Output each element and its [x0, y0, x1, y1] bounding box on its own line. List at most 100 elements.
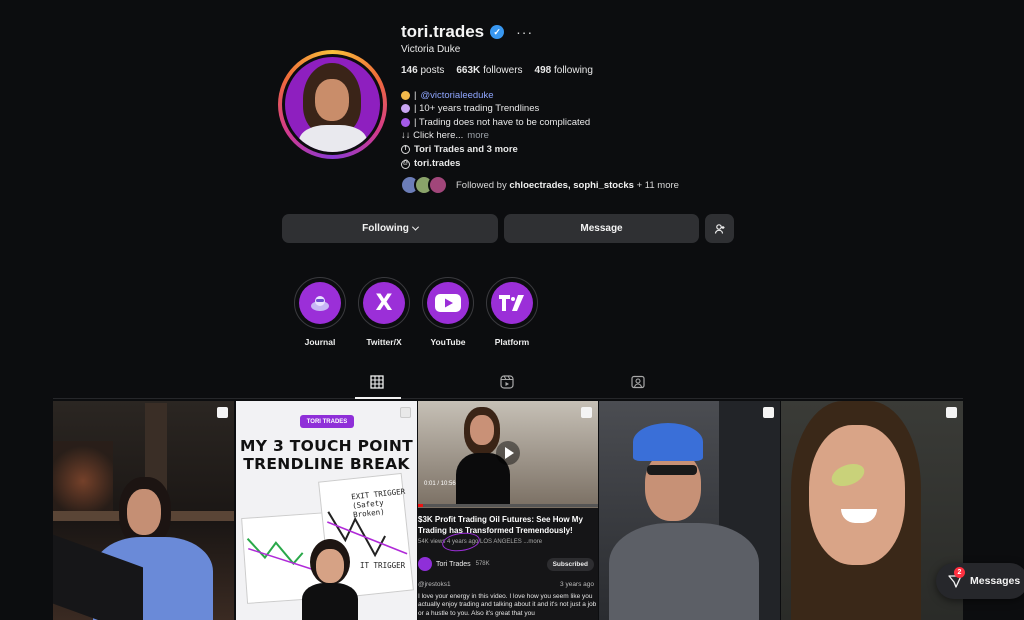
post3-video: 0:01 / 10:56 [418, 401, 598, 508]
highlight-label: Journal [304, 337, 336, 347]
post-thumbnail-1[interactable] [53, 401, 234, 620]
highlight-ring [294, 277, 346, 329]
tagged-user-icon [631, 375, 645, 389]
add-person-icon [714, 223, 724, 234]
messages-label: Messages [970, 575, 1021, 587]
post3-comment-time: 3 years ago [560, 581, 594, 588]
profile-avatar[interactable] [278, 50, 387, 159]
post-thumbnail-3[interactable]: 0:01 / 10:56 $3K Profit Trading Oil Futu… [418, 401, 598, 620]
bio: | @victorialeeduke | 10+ years trading T… [401, 89, 590, 171]
tabs-divider [53, 398, 963, 399]
tab-tagged[interactable] [631, 375, 647, 391]
post1-lights [53, 441, 113, 521]
post-thumbnail-2[interactable]: TORI TRADES MY 3 TOUCH POINT TRENDLINE B… [236, 401, 417, 620]
username: tori.trades [401, 22, 485, 41]
highlight-youtube[interactable]: YouTube [421, 277, 475, 347]
bio-more-link[interactable]: more [467, 129, 489, 142]
avatar-body [299, 125, 367, 152]
bio-facebook-line[interactable]: f Tori Trades and 3 more [401, 143, 590, 156]
post3-channel-name: Tori Trades [436, 560, 471, 568]
threads-link[interactable]: tori.trades [414, 157, 460, 170]
purple-heart-emoji-icon [401, 117, 410, 127]
facebook-icon: f [401, 145, 410, 155]
post3-channel-avatar [418, 557, 432, 571]
bio-text-4: ↓↓ Click here... [401, 129, 464, 141]
followed-by[interactable]: Followed by chloectrades, sophi_stocks +… [400, 175, 679, 195]
post2-title: MY 3 TOUCH POINT TRENDLINE BREAK [240, 437, 413, 473]
post2-exit-text: EXIT TRIGGER (Safety Broken) [350, 486, 406, 520]
highlight-journal[interactable]: Journal [293, 277, 347, 347]
play-icon [496, 441, 520, 465]
followed-by-text: Followed by chloectrades, sophi_stocks +… [456, 179, 679, 191]
carousel-icon [400, 407, 411, 418]
post3-progress [418, 504, 598, 507]
chevron-down-icon [411, 223, 419, 231]
post3-video-title: $3K Profit Trading Oil Futures: See How … [418, 515, 583, 535]
highlight-platform[interactable]: Platform [485, 277, 539, 347]
post-thumbnail-5[interactable] [781, 401, 963, 620]
post2-badge: TORI TRADES [300, 415, 354, 428]
post4-body [609, 523, 759, 620]
post3-channel-row: Tori Trades 578K Subscribed [418, 557, 598, 571]
post-thumbnail-4[interactable] [599, 401, 780, 620]
smile-emoji-icon [401, 91, 410, 101]
post3-subs: 578K [475, 561, 490, 567]
following-count[interactable]: 498 following [535, 65, 593, 76]
profile-stats: 146 posts 663K followers 498 following [401, 65, 593, 76]
carousel-icon [581, 407, 592, 418]
grid-icon [370, 375, 384, 389]
bio-text-2: | 10+ years trading Trendlines [414, 103, 540, 115]
journal-icon [299, 282, 341, 324]
verified-badge-icon: ✓ [490, 25, 505, 39]
unicorn-emoji-icon [401, 104, 410, 114]
highlight-ring [486, 277, 538, 329]
full-name: Victoria Duke [401, 44, 461, 55]
post2-person [302, 539, 358, 620]
mutual-avatar-3 [428, 175, 448, 195]
avatar-face [315, 79, 349, 121]
highlight-label: Twitter/X [366, 337, 402, 347]
bio-line-1: | @victorialeeduke [401, 89, 590, 102]
messenger-icon: 2 [948, 567, 965, 588]
bio-pipe: | [414, 90, 417, 101]
post1-face [127, 489, 161, 535]
avatar-inner [282, 54, 383, 155]
youtube-icon [427, 282, 469, 324]
bio-text-3: | Trading does not have to be complicate… [414, 116, 591, 128]
username-row: tori.trades ✓ ··· [401, 22, 533, 42]
message-label: Message [580, 223, 623, 234]
following-button[interactable]: Following [282, 214, 498, 243]
bio-mention-link[interactable]: @victorialeeduke [420, 89, 493, 102]
post3-video-time: 0:01 / 10:56 [424, 481, 456, 487]
highlight-ring: X [358, 277, 410, 329]
carousel-icon [763, 407, 774, 418]
highlight-ring [422, 277, 474, 329]
highlight-label: YouTube [430, 337, 466, 347]
posts-count: 146 posts [401, 65, 445, 76]
post3-comment: @jrestoks1 3 years ago I love your energ… [418, 581, 598, 618]
post4-face [645, 451, 701, 521]
message-button[interactable]: Message [504, 214, 699, 243]
tab-posts[interactable] [370, 375, 386, 391]
post2-trigger-text: IT TRIGGER [360, 561, 406, 570]
post4-sunglasses [647, 465, 697, 475]
reels-icon [500, 375, 514, 389]
suggest-user-button[interactable] [705, 214, 734, 243]
bio-threads-line[interactable]: @ tori.trades [401, 157, 590, 170]
bio-line-4: ↓↓ Click here... more [401, 129, 590, 142]
carousel-icon [946, 407, 957, 418]
highlight-twitter[interactable]: X Twitter/X [357, 277, 411, 347]
post5-face [809, 425, 905, 565]
facebook-link[interactable]: Tori Trades and 3 more [414, 143, 518, 156]
followers-count[interactable]: 663K followers [456, 65, 522, 76]
highlight-label: Platform [494, 337, 530, 347]
more-options-icon[interactable]: ··· [516, 24, 533, 40]
post3-subscribed: Subscribed [546, 557, 594, 571]
reel-icon [217, 407, 228, 418]
messages-button[interactable]: 2 Messages [936, 563, 1024, 599]
post4-cap [633, 423, 703, 461]
post3-comment-header: @jrestoks1 3 years ago [418, 581, 598, 590]
post3-video-meta: 54K views 4 years ago LOS ANGELES ...mor… [418, 539, 543, 545]
following-label: Following [362, 223, 409, 234]
tab-reels[interactable] [500, 375, 516, 391]
